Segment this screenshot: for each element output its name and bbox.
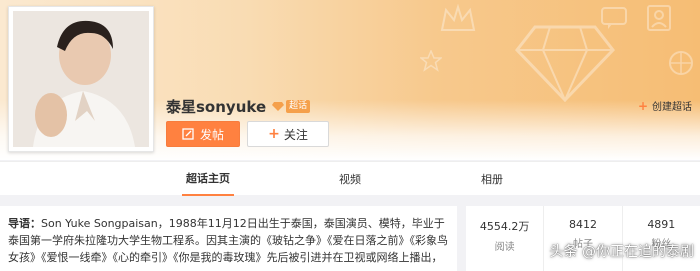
- basketball-icon: [669, 51, 693, 75]
- create-link-label: 创建超话: [652, 102, 692, 113]
- stat-fans: 4891 粉丝: [623, 206, 700, 271]
- tab-album[interactable]: 相册: [475, 162, 509, 196]
- create-supertopic-link[interactable]: + 创建超话: [637, 98, 692, 114]
- crown-icon: [440, 4, 476, 31]
- diamond-badge-icon: [272, 102, 285, 111]
- post-button[interactable]: 发帖: [166, 121, 240, 147]
- badge-label: 超话: [286, 99, 311, 113]
- avatar: [8, 6, 154, 152]
- tab-label: 超话主页: [186, 172, 230, 185]
- page-title: 泰星sonyuke: [166, 97, 267, 116]
- stat-label: 阅读: [494, 242, 515, 253]
- stats-panel: 4554.2万 阅读 8412 帖子 4891 粉丝: [466, 206, 700, 271]
- tab-bar: 超话主页 视频 相册: [0, 161, 700, 196]
- intro-text: 导语：Son Yuke Songpaisan，1988年11月12日出生于泰国，…: [8, 215, 449, 266]
- watermark: 头条 @你正在追的泰剧: [550, 241, 694, 261]
- tab-video[interactable]: 视频: [333, 162, 367, 196]
- supertopic-page: 泰星sonyuke 超话 + 创建超话 发帖 + 关注 超话主页 视频 相册 导…: [0, 0, 700, 271]
- portrait-illustration: [13, 11, 149, 147]
- stat-reads: 4554.2万 阅读: [466, 206, 545, 271]
- tab-home[interactable]: 超话主页: [182, 162, 234, 196]
- edit-icon: [182, 128, 194, 140]
- avatar-photo: [13, 11, 149, 147]
- intro-panel: 导语：Son Yuke Songpaisan，1988年11月12日出生于泰国，…: [0, 206, 457, 271]
- intro-lead: 导语：: [8, 217, 41, 230]
- diamond-icon: [515, 25, 615, 102]
- stat-value: 8412: [568, 218, 597, 231]
- post-button-label: 发帖: [199, 127, 224, 142]
- user-card-icon: [647, 5, 671, 31]
- supertopic-badge: 超话: [272, 99, 311, 113]
- stat-posts: 8412 帖子: [544, 206, 623, 271]
- tab-label: 相册: [481, 173, 503, 186]
- title-row: 泰星sonyuke 超话: [166, 96, 311, 116]
- plus-icon: +: [637, 98, 648, 113]
- intro-body: Son Yuke Songpaisan，1988年11月12日出生于泰国，泰国演…: [8, 217, 448, 264]
- watermark-text: 头条 @你正在追的泰剧: [549, 244, 694, 260]
- follow-button[interactable]: + 关注: [247, 121, 329, 147]
- tab-label: 视频: [339, 173, 361, 186]
- plus-icon: +: [268, 126, 280, 142]
- stat-value: 4891: [647, 218, 676, 231]
- chat-bubble-icon: [601, 7, 627, 29]
- follow-button-label: 关注: [283, 127, 308, 142]
- star-icon: [420, 50, 442, 72]
- stat-value: 4554.2万: [479, 220, 530, 233]
